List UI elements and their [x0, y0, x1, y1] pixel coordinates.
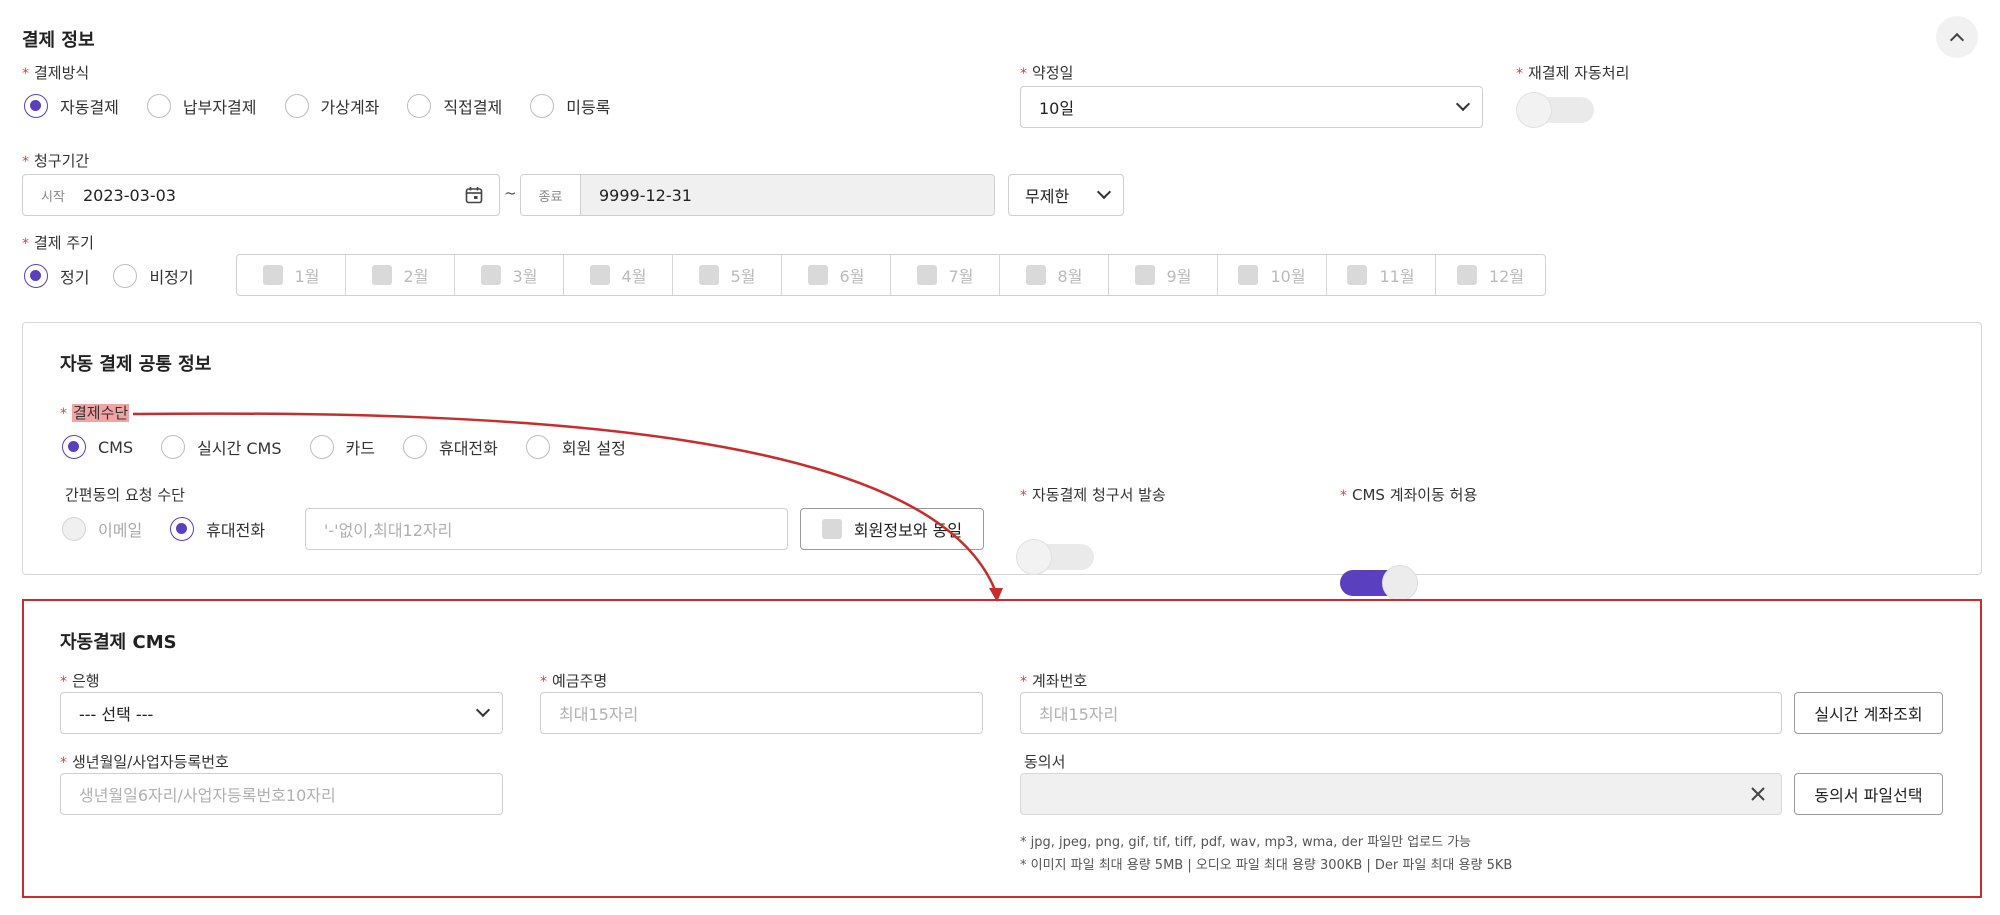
annotation-arrow — [132, 412, 1003, 602]
